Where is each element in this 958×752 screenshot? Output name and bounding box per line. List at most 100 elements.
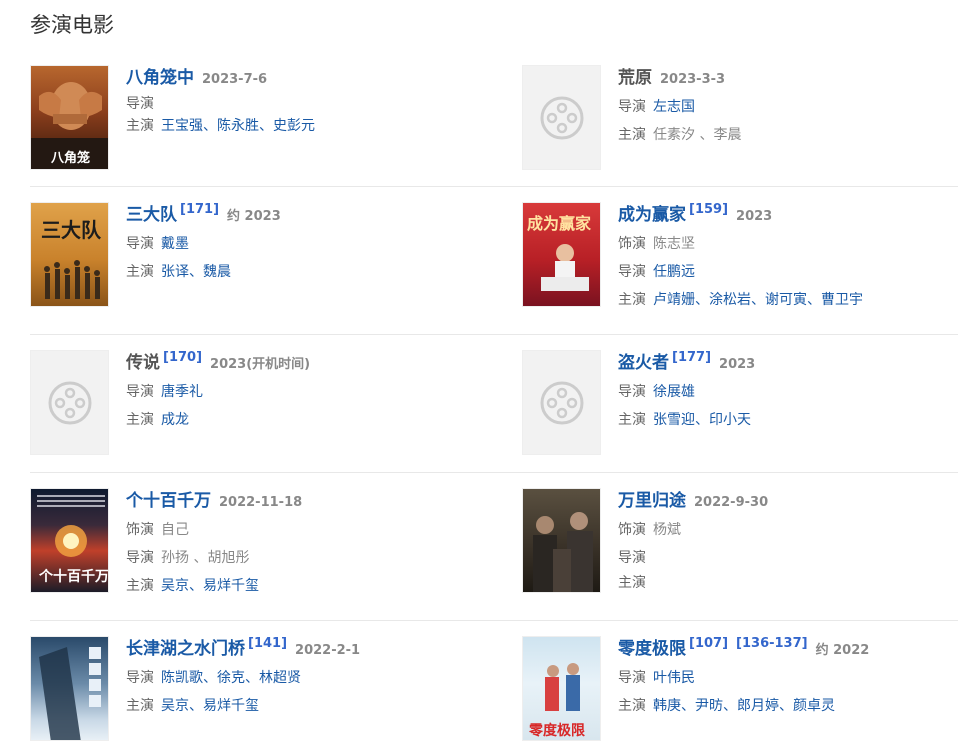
person-link[interactable]: 易烊千玺 bbox=[203, 698, 259, 714]
person-link[interactable]: 左志国 bbox=[653, 99, 695, 115]
movie-title-link[interactable]: 成为赢家 bbox=[618, 202, 686, 228]
movie-item: 荒原 2023-3-3 导演 左志国 主演 任素汐 、李晨 bbox=[522, 54, 958, 186]
person-link[interactable]: 易烊千玺 bbox=[203, 578, 259, 594]
movie-poster[interactable]: 个十百千万 bbox=[30, 488, 109, 593]
person-link[interactable]: 曹卫宇 bbox=[821, 292, 863, 308]
person-link[interactable]: 戴墨 bbox=[161, 236, 189, 252]
poster-text: 成为赢家 bbox=[527, 214, 592, 233]
role-line: 饰演 杨斌 bbox=[618, 516, 768, 544]
movie-poster[interactable]: 三大队 bbox=[30, 202, 109, 307]
role-label: 主演 bbox=[618, 698, 646, 714]
person-link[interactable]: 任鹏远 bbox=[653, 264, 695, 280]
movie-title: 传说 bbox=[126, 353, 160, 373]
role-label: 主演 bbox=[126, 118, 154, 134]
person-link[interactable]: 唐季礼 bbox=[161, 384, 203, 400]
role-label: 主演 bbox=[126, 412, 154, 428]
person-link[interactable]: 颜卓灵 bbox=[793, 698, 835, 714]
person-link[interactable]: 吴京 bbox=[161, 698, 189, 714]
section-title: 参演电影 bbox=[30, 13, 114, 37]
role-label: 主演 bbox=[618, 575, 646, 591]
movie-title-link[interactable]: 零度极限 bbox=[618, 636, 686, 662]
person-link[interactable]: 张译 bbox=[161, 264, 189, 280]
role-line: 导演 陈凯歌、徐克、林超贤 bbox=[126, 670, 301, 686]
person-link[interactable]: 吴京 bbox=[161, 578, 189, 594]
film-reel-icon bbox=[48, 381, 91, 424]
movie-poster[interactable]: 零度极限 bbox=[522, 636, 601, 741]
role-label: 导演 bbox=[618, 99, 646, 115]
role-label: 导演 bbox=[618, 550, 646, 566]
person-link[interactable]: 韩庚 bbox=[653, 698, 681, 714]
movie-title-link[interactable]: 个十百千万 bbox=[126, 488, 211, 514]
movie-poster[interactable]: 成为赢家 bbox=[522, 202, 601, 307]
role-label: 导演 bbox=[126, 96, 154, 112]
person-link[interactable]: 魏晨 bbox=[203, 264, 231, 280]
role-line: 导演 唐季礼 bbox=[126, 378, 310, 406]
person-link[interactable]: 徐展雄 bbox=[653, 384, 695, 400]
reference-link[interactable]: [141] bbox=[248, 631, 287, 657]
movie-item: 成为赢家 成为赢家 [159] 2023 饰演 陈志坚 导演 任鹏远 主演 卢靖姗、涂… bbox=[522, 187, 958, 334]
reference-link[interactable]: [159] bbox=[689, 197, 728, 223]
poster-text: 个十百千万 bbox=[38, 568, 109, 585]
person-link[interactable]: 成龙 bbox=[161, 412, 189, 428]
person-name: 任素汐 bbox=[653, 127, 695, 143]
role-line: 主演 吴京、易烊千玺 bbox=[126, 698, 259, 714]
movie-title-link[interactable]: 三大队 bbox=[126, 202, 177, 228]
reference-link[interactable]: [171] bbox=[180, 197, 219, 223]
person-name: 李晨 bbox=[713, 127, 742, 143]
person-link[interactable]: 卢靖姗 bbox=[653, 292, 695, 308]
role-label: 饰演 bbox=[126, 522, 154, 538]
character-name: 杨斌 bbox=[653, 522, 681, 538]
role-line: 主演 卢靖姗、涂松岩、谢可寅、曹卫宇 bbox=[618, 292, 863, 308]
release-date: 2023 bbox=[719, 357, 756, 372]
role-line: 主演 王宝强、陈永胜、史彭元 bbox=[126, 118, 315, 134]
movie-item: 万里归途 2022-9-30 饰演 杨斌 导演 主演 bbox=[522, 473, 958, 620]
role-line: 导演 任鹏远 bbox=[618, 258, 863, 286]
role-label: 导演 bbox=[126, 236, 154, 252]
release-date: 2023-7-6 bbox=[202, 72, 268, 87]
person-link[interactable]: 涂松岩 bbox=[709, 292, 751, 308]
movie-title-link[interactable]: 长津湖之水门桥 bbox=[126, 636, 245, 662]
person-link[interactable]: 王宝强 bbox=[161, 118, 203, 134]
person-link[interactable]: 谢可寅 bbox=[765, 292, 807, 308]
movie-poster[interactable] bbox=[30, 636, 109, 741]
movie-title-link[interactable]: 八角笼中 bbox=[126, 65, 194, 91]
movie-title: 荒原 bbox=[618, 68, 652, 88]
role-label: 导演 bbox=[126, 384, 154, 400]
role-label: 主演 bbox=[618, 127, 646, 143]
release-date: 约 2023 bbox=[227, 209, 281, 224]
person-link[interactable]: 张雪迎 bbox=[653, 412, 695, 428]
release-date: 2022-11-18 bbox=[219, 495, 303, 510]
person-link[interactable]: 林超贤 bbox=[259, 670, 301, 686]
person-link[interactable]: 徐克 bbox=[217, 670, 245, 686]
person-link[interactable]: 叶伟民 bbox=[653, 670, 695, 686]
person-link[interactable]: 史彭元 bbox=[273, 118, 315, 134]
movie-title-link[interactable]: 盗火者 bbox=[618, 350, 669, 376]
movie-row: 三大队 三大队 [171] 约 2023 导演戴墨 主演张译、魏晨 成为赢家 bbox=[30, 187, 958, 335]
movie-item: 八角笼 八角笼中 2023-7-6 导演 主演 王宝强、陈永胜、史彭元 bbox=[30, 54, 522, 186]
role-line: 导演 徐展雄 bbox=[618, 378, 755, 406]
reference-link[interactable]: [177] bbox=[672, 345, 711, 371]
movie-item: 盗火者 [177] 2023 导演 徐展雄 主演 张雪迎、印小天 bbox=[522, 335, 958, 472]
role-line: 导演 bbox=[126, 93, 315, 115]
movie-item: 个十百千万 个十百千万 2022-11-18 饰演 自己 导演 孙扬 、胡旭彤 主演… bbox=[30, 473, 522, 620]
role-line: 主演 吴京、易烊千玺 bbox=[126, 578, 259, 594]
movie-title-link[interactable]: 万里归途 bbox=[618, 488, 686, 514]
character-name: 陈志坚 bbox=[653, 236, 695, 252]
person-link[interactable]: 印小天 bbox=[709, 412, 751, 428]
movie-poster[interactable] bbox=[522, 488, 601, 593]
person-link[interactable]: 郎月婷 bbox=[737, 698, 779, 714]
poster-text: 零度极限 bbox=[528, 722, 585, 739]
reference-link[interactable]: [107] bbox=[689, 631, 728, 657]
person-link[interactable]: 陈凯歌 bbox=[161, 670, 203, 686]
role-label: 导演 bbox=[126, 550, 154, 566]
movie-poster[interactable]: 八角笼 bbox=[30, 65, 109, 170]
reference-link[interactable]: [136-137] bbox=[736, 631, 808, 657]
person-link[interactable]: 尹昉 bbox=[695, 698, 723, 714]
reference-link[interactable]: [170] bbox=[163, 345, 202, 371]
poster-placeholder bbox=[522, 350, 601, 455]
role-line: 主演 成龙 bbox=[126, 406, 310, 434]
release-date: 2023(开机时间) bbox=[210, 357, 311, 372]
film-reel-icon bbox=[540, 381, 583, 424]
role-line: 主演 bbox=[618, 572, 768, 594]
person-link[interactable]: 陈永胜 bbox=[217, 118, 259, 134]
